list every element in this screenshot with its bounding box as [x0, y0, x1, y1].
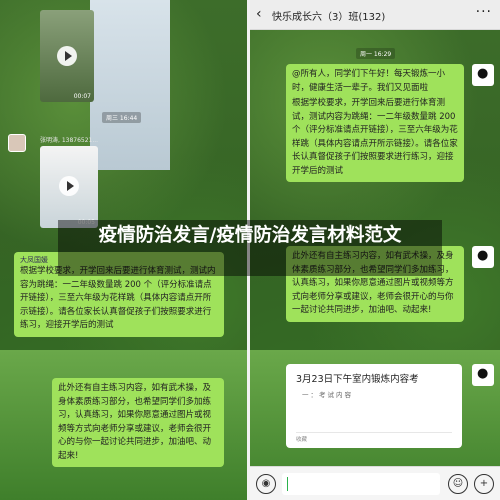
- avatar[interactable]: [8, 134, 26, 152]
- video-duration: 00:07: [73, 93, 91, 100]
- emoji-icon[interactable]: ☺: [448, 474, 468, 494]
- add-icon[interactable]: +: [474, 474, 494, 494]
- card-divider: [296, 432, 452, 433]
- avatar[interactable]: [472, 364, 494, 386]
- chat-header: ‹ 快乐成长六（3）班(132) ···: [250, 0, 500, 30]
- card-title: 3月23日下午室内锻炼内容考: [296, 374, 419, 385]
- more-icon[interactable]: ···: [476, 4, 492, 20]
- sender-name: 张明涛, 13876521...: [40, 137, 99, 144]
- timestamp: 周三 16:44: [102, 112, 142, 123]
- bubble-text: @所有人，同学们下午好！每天锻炼一小时，健康生活一辈子。我们又见面啦: [292, 69, 446, 93]
- play-icon[interactable]: [57, 46, 77, 66]
- back-arrow-icon[interactable]: ‹: [256, 6, 262, 22]
- message-input[interactable]: [282, 473, 440, 495]
- bubble-text: 此外还有自主练习内容，如有武术操，及身体素质练习部分，也希望同学们多加练习，认真…: [58, 383, 212, 461]
- sky-background: [90, 0, 170, 170]
- chat-bubble[interactable]: 此外还有自主练习内容，如有武术操，及身体素质练习部分，也希望同学们多加练习，认真…: [52, 378, 224, 467]
- bubble-text: 根据学校要求，开学回来后要进行体育测试，测试内容为跳绳：一二年级数量跳 200 …: [292, 98, 458, 176]
- chat-title: 快乐成长六（3）班(132): [272, 12, 386, 23]
- voice-icon[interactable]: ◉: [256, 474, 276, 494]
- avatar[interactable]: [472, 246, 494, 268]
- video-thumbnail[interactable]: 00:07: [40, 10, 94, 102]
- play-icon[interactable]: [59, 176, 79, 196]
- input-bar: ◉ ☺ +: [250, 466, 500, 500]
- card-footer: 收藏: [296, 437, 308, 443]
- overlay-title: 疫情防治发言/疫情防治发言材料范文: [98, 225, 402, 246]
- chat-bubble[interactable]: @所有人，同学们下午好！每天锻炼一小时，健康生活一辈子。我们又见面啦 根据学校要…: [286, 64, 464, 182]
- text-caret: [287, 477, 288, 491]
- timestamp: 周一 16:29: [356, 48, 396, 59]
- avatar[interactable]: [472, 64, 494, 86]
- shared-card[interactable]: 3月23日下午室内锻炼内容考 一：考试内容 收藏: [286, 364, 462, 448]
- title-overlay: 疫情防治发言/疫情防治发言材料范文: [58, 220, 442, 276]
- video-thumbnail[interactable]: 00:05: [40, 146, 98, 228]
- card-content: 一：考试内容: [302, 391, 353, 399]
